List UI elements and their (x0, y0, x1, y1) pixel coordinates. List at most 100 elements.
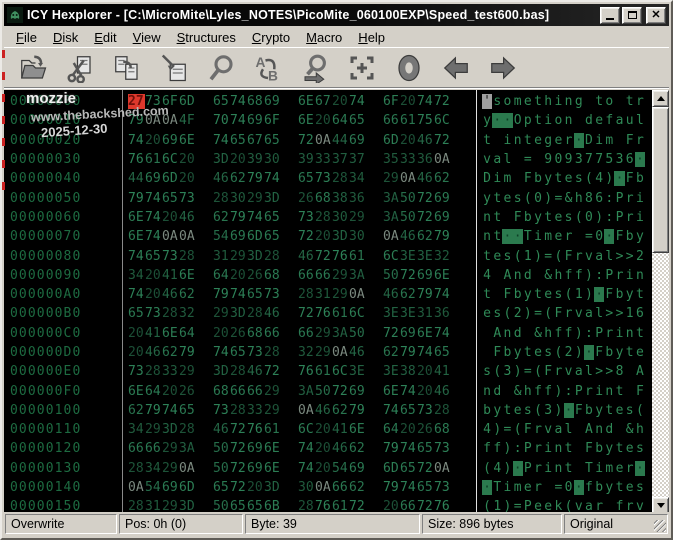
ascii-char-cell[interactable]: n (513, 133, 523, 148)
hex-byte-cell[interactable]: 74 (230, 94, 247, 109)
find-next-icon[interactable] (299, 52, 330, 83)
ascii-char-cell[interactable]: 8 (614, 364, 624, 379)
hex-byte-cell[interactable]: 34 (349, 171, 366, 186)
ascii-char-cell[interactable]: · (512, 460, 523, 476)
hex-byte-cell[interactable]: 38 (400, 364, 417, 379)
hex-byte-cell[interactable]: 79 (417, 287, 434, 302)
hex-byte-cell[interactable]: 62 (349, 480, 366, 495)
hex-byte-cell[interactable]: 66 (247, 384, 264, 399)
scroll-up-button[interactable] (652, 90, 669, 107)
ascii-char-cell[interactable]: r (533, 441, 543, 456)
hex-byte-cell[interactable]: 54 (213, 229, 230, 244)
hex-byte-cell[interactable]: 3E (400, 249, 417, 264)
hex-byte-cell[interactable]: 6C (332, 364, 349, 379)
hex-byte-cell[interactable]: 29 (264, 403, 281, 418)
ascii-char-cell[interactable]: a (492, 152, 502, 167)
hex-byte-cell[interactable]: 6E (417, 326, 434, 341)
hex-byte-cell[interactable]: 3A (179, 441, 196, 456)
ascii-char-cell[interactable] (482, 326, 492, 341)
ascii-char-cell[interactable]: e (553, 229, 563, 244)
hex-byte-cell[interactable]: 6E (128, 384, 145, 399)
ascii-char-cell[interactable]: ( (513, 422, 523, 437)
hex-byte-cell[interactable]: 62 (332, 403, 349, 418)
hex-byte-cell[interactable]: 6C (349, 306, 366, 321)
hex-byte-cell[interactable]: 46 (213, 171, 230, 186)
menu-item-view[interactable]: View (125, 28, 169, 47)
ascii-char-cell[interactable]: m (604, 461, 614, 476)
ascii-char-cell[interactable]: l (604, 249, 614, 264)
hex-byte-cell[interactable]: 6E (264, 441, 281, 456)
ascii-char-cell[interactable]: = (543, 249, 553, 264)
ascii-char-cell[interactable]: = (533, 306, 543, 321)
ascii-char-cell[interactable]: e (625, 480, 635, 495)
ascii-char-cell[interactable]: s (482, 364, 492, 379)
ascii-char-cell[interactable]: b (584, 403, 594, 418)
hex-byte-cell[interactable]: 73 (264, 287, 281, 302)
ascii-char-cell[interactable]: e (635, 345, 645, 360)
ascii-char-cell[interactable]: : (564, 384, 574, 399)
ascii-char-cell[interactable] (502, 210, 512, 225)
ascii-char-cell[interactable] (574, 113, 584, 128)
hex-byte-cell[interactable]: 6E (434, 268, 451, 283)
ascii-char-cell[interactable]: a (614, 113, 624, 128)
ascii-char-cell[interactable]: b (482, 403, 492, 418)
ascii-char-cell[interactable]: ( (533, 403, 543, 418)
menu-item-file[interactable]: File (8, 28, 45, 47)
hex-byte-cell[interactable]: 69 (230, 229, 247, 244)
hex-byte-cell[interactable]: 74 (162, 403, 179, 418)
ascii-char-cell[interactable]: r (614, 268, 624, 283)
ascii-char-cell[interactable]: : (604, 210, 614, 225)
hex-byte-cell[interactable]: 35 (383, 152, 400, 167)
minimize-button[interactable] (600, 6, 620, 24)
hex-byte-cell[interactable]: 66 (332, 480, 349, 495)
ascii-char-cell[interactable]: ) (492, 422, 502, 437)
hex-byte-cell[interactable]: 20 (315, 229, 332, 244)
ascii-char-cell[interactable]: v (574, 306, 584, 321)
hex-byte-cell[interactable]: 3A (383, 191, 400, 206)
forward-icon[interactable] (487, 52, 518, 83)
ascii-char-cell[interactable]: a (574, 364, 584, 379)
ascii-char-cell[interactable]: 4 (482, 268, 492, 283)
hex-byte-cell[interactable]: 74 (417, 345, 434, 360)
ascii-char-cell[interactable]: i (635, 210, 645, 225)
ascii-char-cell[interactable]: s (564, 210, 574, 225)
hex-byte-cell[interactable]: 65 (162, 191, 179, 206)
ascii-char-cell[interactable]: y (625, 287, 635, 302)
close-button[interactable]: ✕ (646, 6, 666, 24)
hex-byte-cell[interactable]: 46 (349, 345, 366, 360)
ascii-char-cell[interactable]: ( (523, 191, 533, 206)
hex-byte-cell[interactable]: 74 (230, 113, 247, 128)
ascii-char-cell[interactable]: v (543, 422, 553, 437)
hex-byte-cell[interactable]: 29 (349, 210, 366, 225)
ascii-char-cell[interactable]: ( (553, 345, 563, 360)
ascii-char-cell[interactable]: n (635, 268, 645, 283)
hex-byte-cell[interactable]: 79 (128, 113, 145, 128)
paste-icon[interactable] (158, 52, 189, 83)
ascii-char-cell[interactable]: i (594, 133, 604, 148)
hex-byte-cell[interactable]: 28 (230, 403, 247, 418)
ascii-char-cell[interactable]: F (635, 384, 645, 399)
hex-byte-cell[interactable]: 74 (434, 326, 451, 341)
hex-byte-cell[interactable]: 20 (145, 133, 162, 148)
hex-byte-cell[interactable]: 66 (315, 268, 332, 283)
ascii-char-cell[interactable]: f (584, 480, 594, 495)
hex-byte-cell[interactable]: 46 (332, 441, 349, 456)
hex-byte-cell[interactable]: 29 (264, 384, 281, 399)
ascii-char-cell[interactable]: y (492, 403, 502, 418)
hex-byte-cell[interactable]: 65 (247, 287, 264, 302)
ascii-char-cell[interactable]: & (543, 268, 553, 283)
ascii-char-cell[interactable]: m (513, 480, 523, 495)
ascii-char-cell[interactable]: b (604, 345, 614, 360)
hex-byte-cell[interactable]: 30 (332, 210, 349, 225)
ascii-char-cell[interactable]: t (564, 441, 574, 456)
ascii-char-cell[interactable]: 2 (635, 249, 645, 264)
ascii-char-cell[interactable]: ( (574, 210, 584, 225)
ascii-char-cell[interactable]: b (594, 480, 604, 495)
hex-byte-cell[interactable]: 62 (400, 287, 417, 302)
ascii-char-cell[interactable]: e (564, 171, 574, 186)
ascii-char-cell[interactable]: t (533, 287, 543, 302)
ascii-char-cell[interactable]: > (614, 249, 624, 264)
hex-byte-cell[interactable]: 28 (145, 364, 162, 379)
hex-byte-cell[interactable]: 28 (162, 306, 179, 321)
menu-item-edit[interactable]: Edit (86, 28, 124, 47)
